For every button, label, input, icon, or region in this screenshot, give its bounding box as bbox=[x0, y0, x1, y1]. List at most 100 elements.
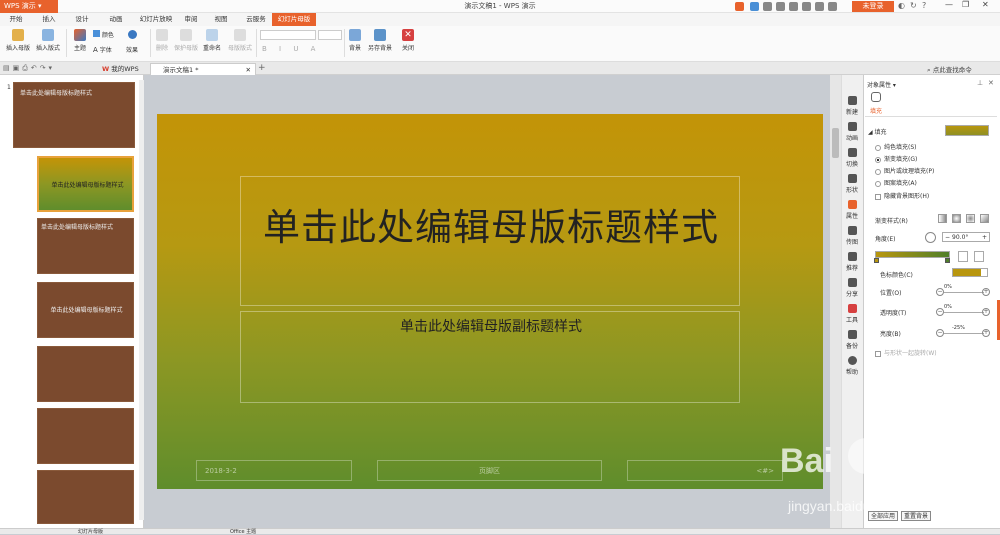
fill-section-header[interactable]: ◢ 填充 bbox=[868, 127, 887, 136]
scroll-thumb[interactable] bbox=[832, 128, 839, 158]
theme-button[interactable]: 主题 bbox=[70, 29, 90, 52]
master-thumbnail[interactable]: 单击此处编辑母版标题样式 bbox=[13, 82, 135, 148]
rotate-with-shape-checkbox[interactable]: 与形状一起旋转(W) bbox=[875, 348, 937, 357]
pin-icon[interactable]: ⊥ bbox=[977, 79, 983, 87]
fill-color-preview[interactable] bbox=[945, 125, 989, 136]
layout-thumbnail[interactable]: 单击此处编辑母版标题样式 bbox=[37, 282, 134, 338]
layout-thumbnail[interactable] bbox=[37, 470, 134, 524]
transparency-slider[interactable] bbox=[944, 312, 984, 313]
new-tab-icon[interactable]: + bbox=[258, 63, 266, 73]
feedback-icon[interactable] bbox=[789, 2, 798, 11]
panel-title[interactable]: 对象属性 ▾ bbox=[867, 80, 896, 89]
skin-icon[interactable] bbox=[735, 2, 744, 11]
sidebar-properties[interactable]: 属性 bbox=[843, 200, 861, 220]
path-gradient-button[interactable] bbox=[980, 214, 989, 223]
angle-spinner[interactable]: −90.0° + bbox=[942, 232, 990, 242]
quick-access-toolbar[interactable]: ▤▣⎙↶↷▾ bbox=[3, 64, 63, 74]
date-placeholder[interactable]: 2018-3-2 bbox=[196, 460, 352, 481]
radio-picture-fill[interactable]: 图片或纹理填充(P) bbox=[875, 166, 934, 175]
minimize-icon[interactable]: — bbox=[945, 0, 953, 9]
close-window-icon[interactable]: ✕ bbox=[982, 0, 989, 9]
brightness-minus[interactable]: − bbox=[936, 329, 944, 337]
fonts-button[interactable]: A 字体 bbox=[93, 45, 123, 54]
insert-master-button[interactable]: 插入母版 bbox=[3, 29, 33, 52]
delete-button[interactable]: 删除 bbox=[152, 29, 172, 52]
tab-slideshow[interactable]: 幻灯片放映 bbox=[134, 13, 178, 26]
sidebar-backup[interactable]: 备份 bbox=[843, 330, 861, 350]
search-command[interactable]: ⌕ 点此查找命令 bbox=[927, 64, 972, 75]
gradient-stop-end[interactable] bbox=[945, 258, 950, 263]
slide-master[interactable]: 单击此处编辑母版标题样式 单击此处编辑母版副标题样式 2018-3-2 页脚区 … bbox=[157, 114, 823, 489]
slide-title[interactable]: 单击此处编辑母版标题样式 bbox=[241, 205, 741, 251]
layout-thumbnail-selected[interactable]: 单击此处编辑母版标题样式 bbox=[37, 156, 134, 212]
share-icon[interactable] bbox=[802, 2, 811, 11]
skin2-icon[interactable] bbox=[828, 2, 837, 11]
tab-my-wps[interactable]: W 我的WPS bbox=[90, 63, 148, 75]
sidebar-tools[interactable]: 工具 bbox=[843, 304, 861, 324]
font-name-select[interactable] bbox=[260, 30, 316, 40]
font-size-select[interactable] bbox=[318, 30, 342, 40]
app-menu-button[interactable]: WPS 演示 ▾ bbox=[0, 0, 58, 13]
tab-animation[interactable]: 动画 bbox=[102, 13, 130, 26]
transparency-minus[interactable]: − bbox=[936, 308, 944, 316]
font-style-buttons[interactable]: B I U A bbox=[262, 45, 320, 53]
effects-button[interactable] bbox=[126, 30, 146, 42]
recover-icon[interactable]: ↻ bbox=[910, 1, 917, 10]
rename-button[interactable]: 重命名 bbox=[200, 29, 224, 52]
slide-number-placeholder[interactable]: <#> bbox=[627, 460, 783, 481]
angle-dial-icon[interactable] bbox=[925, 232, 936, 243]
subtitle-placeholder[interactable]: 单击此处编辑母版副标题样式 bbox=[240, 311, 740, 403]
layout-thumbnail[interactable] bbox=[37, 408, 134, 464]
stop-color-select[interactable] bbox=[952, 268, 988, 277]
footer-placeholder[interactable]: 页脚区 bbox=[377, 460, 602, 481]
brightness-plus[interactable]: + bbox=[982, 329, 990, 337]
sidebar-help[interactable]: 帮助 bbox=[843, 356, 861, 376]
radial-gradient-button[interactable] bbox=[952, 214, 961, 223]
account-icon[interactable]: ◐ bbox=[898, 1, 905, 10]
close-panel-icon[interactable]: ✕ bbox=[988, 79, 994, 87]
sidebar-share[interactable]: 分享 bbox=[843, 278, 861, 298]
position-slider[interactable] bbox=[944, 292, 984, 293]
sidebar-transition[interactable]: 切换 bbox=[843, 148, 861, 168]
sidebar-upload-image[interactable]: 传图 bbox=[843, 226, 861, 246]
radio-solid-fill[interactable]: 纯色填充(S) bbox=[875, 142, 917, 151]
help-icon[interactable] bbox=[776, 2, 785, 11]
tab-review[interactable]: 审阅 bbox=[178, 13, 204, 26]
background-button[interactable]: 背景 bbox=[346, 29, 364, 52]
tab-view[interactable]: 视图 bbox=[208, 13, 234, 26]
radio-pattern-fill[interactable]: 图案填充(A) bbox=[875, 178, 917, 187]
transparency-plus[interactable]: + bbox=[982, 308, 990, 316]
tab-home[interactable]: 开始 bbox=[2, 13, 30, 26]
tab-insert[interactable]: 插入 bbox=[35, 13, 63, 26]
login-button[interactable]: 未登录 bbox=[852, 1, 894, 12]
position-minus[interactable]: − bbox=[936, 288, 944, 296]
question-icon[interactable]: ? bbox=[922, 1, 926, 10]
add-stop-button[interactable] bbox=[958, 251, 968, 262]
sidebar-shape[interactable]: 形状 bbox=[843, 174, 861, 194]
tab-design[interactable]: 设计 bbox=[68, 13, 96, 26]
radio-gradient-fill[interactable]: 渐变填充(G) bbox=[875, 154, 917, 163]
tab-slide-master[interactable]: 幻灯片母版 bbox=[272, 13, 316, 26]
message-icon[interactable] bbox=[815, 2, 824, 11]
tab-cloud[interactable]: 云服务 bbox=[240, 13, 272, 26]
settings-icon[interactable] bbox=[763, 2, 772, 11]
gradient-stop-start[interactable] bbox=[874, 258, 879, 263]
gradient-bar[interactable] bbox=[875, 251, 950, 258]
position-plus[interactable]: + bbox=[982, 288, 990, 296]
brightness-slider[interactable] bbox=[944, 333, 984, 334]
layout-thumbnail[interactable] bbox=[37, 346, 134, 402]
close-master-button[interactable]: ✕ 关闭 bbox=[398, 29, 418, 52]
sidebar-new[interactable]: 新建 bbox=[843, 96, 861, 116]
rect-gradient-button[interactable] bbox=[966, 214, 975, 223]
hide-background-checkbox[interactable]: 隐藏背景图形(H) bbox=[875, 191, 929, 200]
save-background-button[interactable]: 另存背景 bbox=[365, 29, 395, 52]
sidebar-animation[interactable]: 动画 bbox=[843, 122, 861, 142]
master-layout-button[interactable]: 母版版式 bbox=[226, 29, 254, 52]
tab-document[interactable]: 演示文稿1 * ✕ bbox=[150, 63, 256, 75]
restore-icon[interactable]: ❐ bbox=[962, 0, 969, 9]
linear-gradient-button[interactable] bbox=[938, 214, 947, 223]
sidebar-recommend[interactable]: 推荐 bbox=[843, 252, 861, 272]
slide-subtitle[interactable]: 单击此处编辑母版副标题样式 bbox=[241, 316, 741, 336]
colors-button[interactable]: 颜色 bbox=[93, 30, 123, 39]
remove-stop-button[interactable] bbox=[974, 251, 984, 262]
